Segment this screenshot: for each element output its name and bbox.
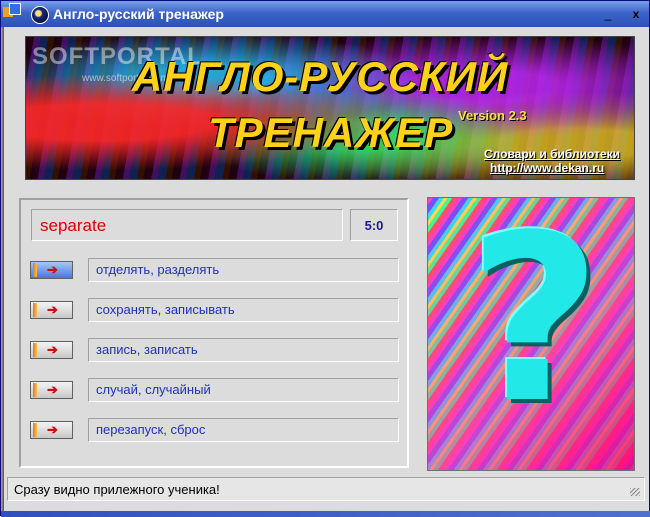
button-stripe	[33, 263, 37, 277]
button-stripe	[33, 343, 37, 357]
answer-text: отделять, разделять	[96, 262, 220, 277]
answer-option-2[interactable]: сохранять, записывать	[88, 298, 399, 322]
score: 5:0	[364, 218, 384, 233]
window-title: Англо-русский тренажер	[53, 6, 224, 22]
app-icon[interactable]	[31, 6, 49, 24]
dictionaries-link[interactable]: Словари и библиотеки	[484, 147, 620, 161]
answer-text: перезапуск, сброс	[96, 422, 206, 437]
status-text: Сразу видно прилежного ученика!	[14, 482, 220, 497]
answer-button-4[interactable]: ➔	[30, 381, 73, 399]
arrow-right-icon: ➔	[47, 382, 58, 397]
answer-button-1[interactable]: ➔	[30, 261, 73, 279]
arrow-right-icon: ➔	[47, 342, 58, 357]
word-box: separate	[31, 209, 343, 241]
status-bar: Сразу видно прилежного ученика!	[7, 477, 645, 501]
website-link[interactable]: http://www.dekan.ru	[490, 161, 604, 175]
quiz-panel: separate 5:0 ➔ отделять, разделять ➔ сох…	[19, 198, 409, 468]
answer-button-3[interactable]: ➔	[30, 341, 73, 359]
button-stripe	[33, 423, 37, 437]
close-button[interactable]: x	[629, 8, 643, 20]
answer-option-5[interactable]: перезапуск, сброс	[88, 418, 399, 442]
answer-option-3[interactable]: запись, записать	[88, 338, 399, 362]
answer-option-4[interactable]: случай, случайный	[88, 378, 399, 402]
arrow-right-icon: ➔	[47, 262, 58, 277]
answer-option-1[interactable]: отделять, разделять	[88, 258, 399, 282]
arrow-right-icon: ➔	[47, 302, 58, 317]
resize-grip-icon[interactable]	[630, 488, 640, 496]
score-box: 5:0	[350, 209, 398, 241]
banner-title-line1: АНГЛО-РУССКИЙ	[132, 53, 509, 100]
answer-text: запись, записать	[96, 342, 198, 357]
current-word: separate	[40, 216, 107, 235]
button-stripe	[33, 303, 37, 317]
answer-text: случай, случайный	[96, 382, 211, 397]
main-window: Англо-русский тренажер _ x SOFTPORTAL ww…	[0, 0, 650, 517]
title-bar[interactable]: Англо-русский тренажер _ x	[1, 1, 649, 27]
button-stripe	[33, 383, 37, 397]
app-corner-icon	[3, 3, 21, 19]
banner: SOFTPORTAL www.softportal.com АНГЛО-РУСС…	[25, 36, 635, 180]
answer-button-2[interactable]: ➔	[30, 301, 73, 319]
question-mark-icon: ?	[468, 197, 602, 454]
window-left-edge	[1, 27, 4, 517]
arrow-right-icon: ➔	[47, 422, 58, 437]
window-bottom-edge	[1, 511, 650, 517]
answer-text: сохранять, записывать	[96, 302, 235, 317]
minimize-button[interactable]: _	[601, 8, 615, 20]
banner-title-line2: ТРЕНАЖЕР	[208, 109, 454, 156]
version-label: Version 2.3	[458, 108, 527, 123]
question-picture: ?	[427, 197, 635, 471]
answer-button-5[interactable]: ➔	[30, 421, 73, 439]
